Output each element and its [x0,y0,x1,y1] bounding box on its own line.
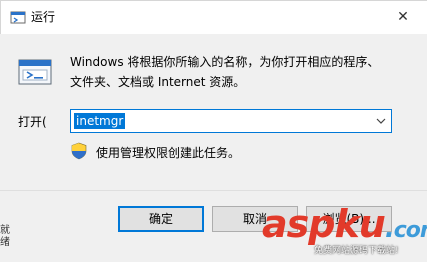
description-line: Windows 将根据你所输入的名称，为你打开相应的程序、 [70,55,380,69]
ok-button[interactable]: 确定 [118,206,204,232]
window-title: 运行 [31,10,56,24]
browse-button[interactable]: 浏览(B)... [306,206,392,232]
status-text: 就绪 [0,225,10,248]
close-icon: ✕ [397,9,409,25]
close-button[interactable]: ✕ [383,1,423,33]
description-line: 文件夹、文档或 Internet 资源。 [70,75,246,89]
open-label: 打开( [18,115,47,129]
cancel-button[interactable]: 取消 [212,206,298,232]
chevron-down-icon [376,118,386,124]
run-dialog: 运行 ✕ Windows 将根据你所输入的名称，为你打开相应的程序、 文件夹、文… [0,0,427,262]
run-app-icon [18,59,52,85]
dropdown-button[interactable] [371,110,391,132]
uac-shield-icon [71,142,87,160]
open-combobox[interactable]: inetmgr [70,109,392,133]
title-bar[interactable]: 运行 ✕ [0,0,427,34]
open-input-value[interactable]: inetmgr [74,113,126,129]
run-app-icon [10,11,26,24]
run-description: Windows 将根据你所输入的名称，为你打开相应的程序、 文件夹、文档或 In… [70,52,410,92]
admin-note: 使用管理权限创建此任务。 [96,146,241,160]
